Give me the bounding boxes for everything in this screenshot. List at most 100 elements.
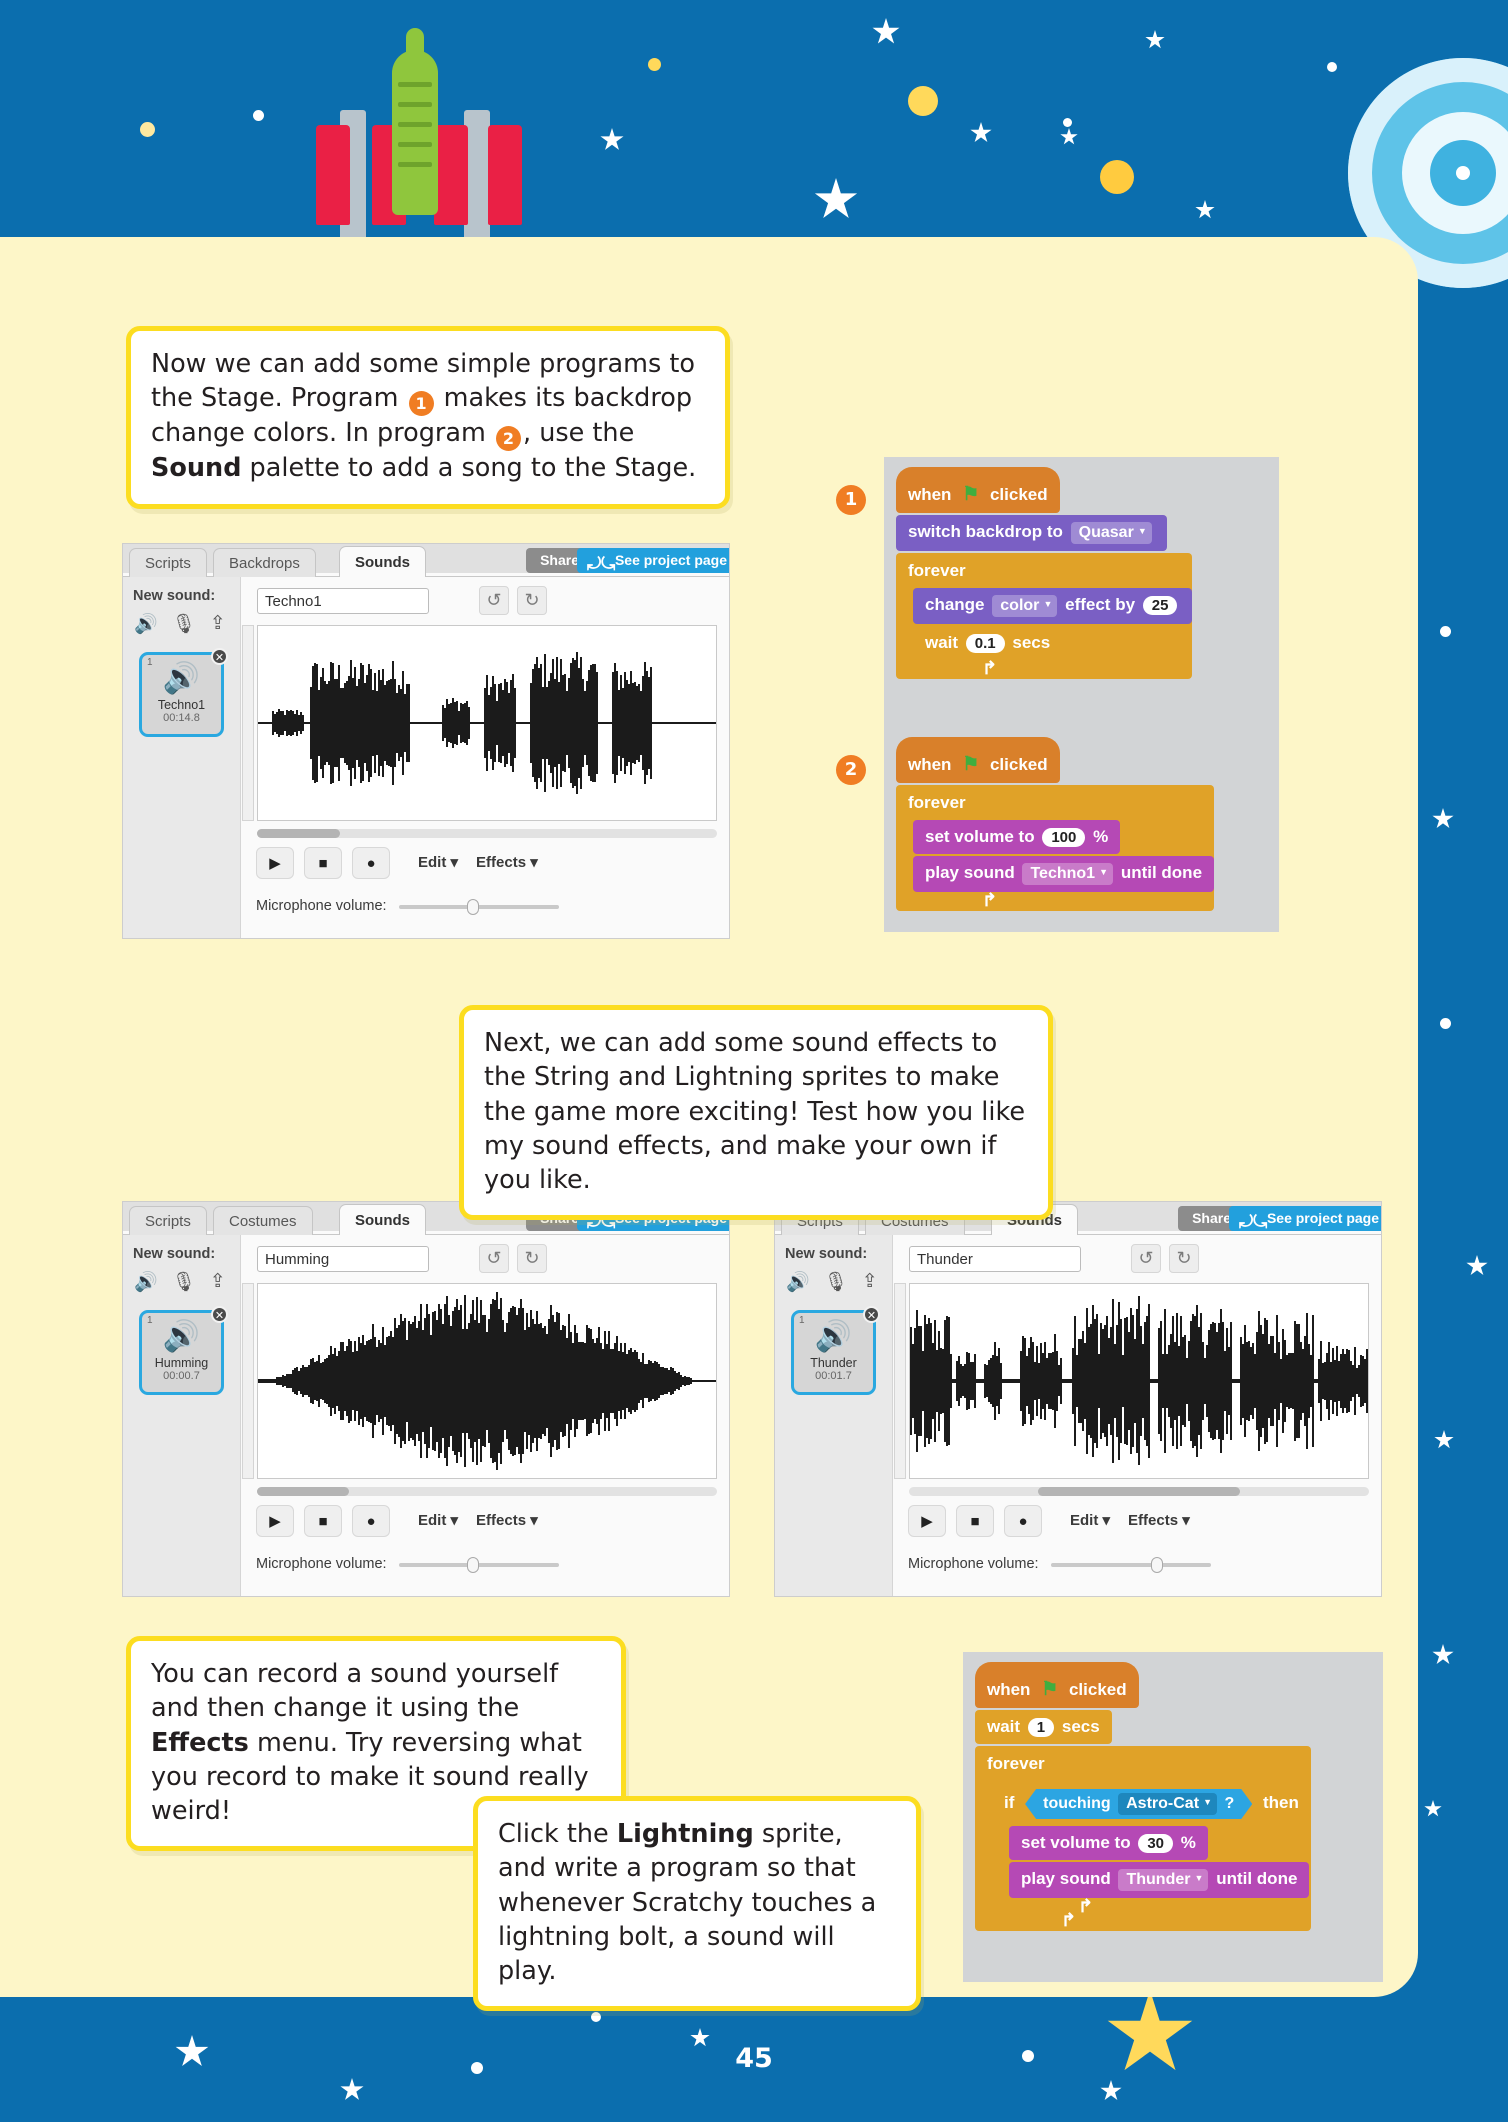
tab-scripts[interactable]: Scripts bbox=[129, 548, 207, 577]
waveform-scrollbar[interactable] bbox=[909, 1487, 1369, 1496]
block-forever[interactable]: forever if touching Astro-Cat ? then set… bbox=[975, 1746, 1311, 1931]
block-touching[interactable]: touching Astro-Cat ? bbox=[1025, 1789, 1252, 1819]
play-icon[interactable]: ▶ bbox=[256, 847, 294, 879]
block-change-effect[interactable]: change color effect by 25 bbox=[913, 588, 1193, 624]
edit-menu[interactable]: Edit ▾ bbox=[418, 847, 458, 879]
sound-thumbnail[interactable]: 1 ✕ 🔊 Humming 00:00.7 bbox=[139, 1306, 228, 1395]
input-effect-amount[interactable]: 25 bbox=[1142, 596, 1178, 615]
close-icon[interactable]: ✕ bbox=[211, 648, 228, 665]
microphone-volume-slider[interactable] bbox=[398, 1557, 559, 1573]
block-when-flag-clicked[interactable]: when ⚑ clicked bbox=[896, 467, 1060, 513]
edit-menu[interactable]: Edit ▾ bbox=[418, 1505, 458, 1537]
scratch-script-lightning[interactable]: when ⚑ clicked wait 1 secs forever if to… bbox=[963, 1652, 1383, 1982]
tab-backdrops[interactable]: Backdrops bbox=[213, 548, 316, 577]
block-play-sound-until-done[interactable]: play sound Thunder until done bbox=[1009, 1862, 1310, 1898]
sound-editor-stage[interactable]: Scripts Backdrops Sounds Share ⤾⤿ See project… bbox=[122, 543, 730, 939]
block-set-volume[interactable]: set volume to 100 % bbox=[913, 820, 1121, 854]
tab-sounds[interactable]: Sounds bbox=[339, 546, 426, 577]
waveform-display[interactable] bbox=[909, 1283, 1369, 1479]
upload-icon[interactable]: ⇪ bbox=[862, 1270, 878, 1294]
scrollbar-thumb[interactable] bbox=[257, 829, 340, 838]
block-wait[interactable]: wait 1 secs bbox=[975, 1710, 1112, 1744]
redo-icon[interactable]: ↻ bbox=[517, 586, 547, 615]
microphone-icon[interactable]: 🎙 bbox=[172, 1270, 196, 1294]
sound-thumbnail[interactable]: 1 ✕ 🔊 Thunder 00:01.7 bbox=[791, 1306, 880, 1395]
sound-editor-lightning[interactable]: Scripts Costumes Sounds Share ⤾⤿ See project … bbox=[774, 1201, 1382, 1597]
sound-editor-string[interactable]: ScriptsCostumesSoundsShare⤾⤿See project … bbox=[122, 1201, 730, 1597]
sound-edit-panel: Techno1 ↺ ↻ ▶ ■ ● Edit ▾ Effects ▾ Microphone vo… bbox=[242, 577, 729, 938]
stop-icon[interactable]: ■ bbox=[304, 1505, 342, 1537]
block-if-then[interactable]: if touching Astro-Cat ? then set volume … bbox=[992, 1781, 1311, 1917]
close-icon[interactable]: ✕ bbox=[211, 1306, 228, 1323]
microphone-volume-slider[interactable] bbox=[398, 899, 559, 915]
sound-name-input[interactable]: Techno1 bbox=[257, 588, 429, 614]
redo-icon[interactable]: ↻ bbox=[1169, 1244, 1199, 1273]
block-play-sound-until-done[interactable]: play sound Techno1 until done bbox=[913, 856, 1215, 892]
undo-icon[interactable]: ↺ bbox=[479, 1244, 509, 1273]
close-icon[interactable]: ✕ bbox=[863, 1306, 880, 1323]
microphone-icon[interactable]: 🎙 bbox=[172, 612, 196, 636]
block-forever[interactable]: forever set volume to 100 % play sound T… bbox=[896, 785, 1215, 911]
upload-icon[interactable]: ⇪ bbox=[210, 612, 226, 636]
see-project-page-button[interactable]: ⤾⤿See project page bbox=[1228, 1206, 1381, 1231]
block-when-flag-clicked[interactable]: when ⚑ clicked bbox=[975, 1662, 1139, 1708]
see-project-page-button[interactable]: ⤾⤿See project page bbox=[576, 548, 729, 573]
block-label-forever: forever bbox=[908, 793, 966, 812]
input-wait-secs[interactable]: 1 bbox=[1027, 1718, 1055, 1737]
dropdown-touching-target[interactable]: Astro-Cat bbox=[1118, 1793, 1217, 1815]
scratch-script-backdrop[interactable]: when ⚑ clicked switch backdrop to Quasar… bbox=[884, 457, 1279, 727]
input-wait-secs[interactable]: 0.1 bbox=[965, 634, 1005, 653]
slider-knob[interactable] bbox=[466, 899, 479, 915]
block-when-flag-clicked[interactable]: when ⚑ clicked bbox=[896, 737, 1060, 783]
record-icon[interactable]: ● bbox=[1004, 1505, 1042, 1537]
record-icon[interactable]: ● bbox=[352, 847, 390, 879]
dropdown-sound[interactable]: Thunder bbox=[1118, 1869, 1209, 1891]
speaker-library-icon[interactable]: 🔊 bbox=[134, 1270, 158, 1294]
block-forever[interactable]: forever change color effect by 25 wait 0… bbox=[896, 553, 1193, 679]
speaker-library-icon[interactable]: 🔊 bbox=[786, 1270, 810, 1294]
input-volume[interactable]: 30 bbox=[1138, 1834, 1174, 1853]
stop-icon[interactable]: ■ bbox=[304, 847, 342, 879]
microphone-icon[interactable]: 🎙 bbox=[824, 1270, 848, 1294]
input-volume[interactable]: 100 bbox=[1042, 828, 1086, 847]
rocket-rung bbox=[398, 122, 432, 127]
upload-icon[interactable]: ⇪ bbox=[210, 1270, 226, 1294]
effects-menu[interactable]: Effects ▾ bbox=[476, 847, 538, 879]
block-switch-backdrop[interactable]: switch backdrop to Quasar bbox=[896, 515, 1167, 551]
waveform-scrollbar[interactable] bbox=[257, 829, 717, 838]
slider-knob[interactable] bbox=[1150, 1557, 1163, 1573]
sound-name-row: Techno1 ↺ ↻ bbox=[242, 577, 729, 623]
play-icon[interactable]: ▶ bbox=[256, 1505, 294, 1537]
sound-edit-panel: Thunder ↺ ↻ ▶ ■ ● Edit ▾ Effects ▾ Microphone vo… bbox=[894, 1235, 1381, 1596]
dropdown-sound[interactable]: Techno1 bbox=[1022, 863, 1114, 885]
edit-menu[interactable]: Edit ▾ bbox=[1070, 1505, 1110, 1537]
microphone-volume-slider[interactable] bbox=[1050, 1557, 1211, 1573]
redo-icon[interactable]: ↻ bbox=[517, 1244, 547, 1273]
effects-menu[interactable]: Effects ▾ bbox=[1128, 1505, 1190, 1537]
block-set-volume[interactable]: set volume to 30 % bbox=[1009, 1826, 1208, 1860]
tab-sounds[interactable]: Sounds bbox=[339, 1204, 426, 1235]
waveform-display[interactable] bbox=[257, 625, 717, 821]
record-icon[interactable]: ● bbox=[352, 1505, 390, 1537]
speaker-library-icon[interactable]: 🔊 bbox=[134, 612, 158, 636]
undo-icon[interactable]: ↺ bbox=[479, 586, 509, 615]
sound-thumbnail[interactable]: 1 ✕ 🔊 Techno1 00:14.8 bbox=[139, 648, 228, 737]
sound-name-input[interactable]: Thunder bbox=[909, 1246, 1081, 1272]
block-wait[interactable]: wait 0.1 secs bbox=[913, 626, 1063, 660]
play-icon[interactable]: ▶ bbox=[908, 1505, 946, 1537]
tab-scripts[interactable]: Scripts bbox=[129, 1206, 207, 1235]
scrollbar-thumb[interactable] bbox=[1037, 1487, 1241, 1496]
dropdown-effect[interactable]: color bbox=[992, 595, 1058, 617]
transport-controls: ▶ ■ ● Edit ▾ Effects ▾ bbox=[256, 847, 538, 887]
scrollbar-thumb[interactable] bbox=[257, 1487, 349, 1496]
tab-costumes[interactable]: Costumes bbox=[213, 1206, 313, 1235]
waveform-display[interactable] bbox=[257, 1283, 717, 1479]
waveform-scrollbar[interactable] bbox=[257, 1487, 717, 1496]
sound-name-input[interactable]: Humming bbox=[257, 1246, 429, 1272]
stop-icon[interactable]: ■ bbox=[956, 1505, 994, 1537]
effects-menu[interactable]: Effects ▾ bbox=[476, 1505, 538, 1537]
dropdown-backdrop[interactable]: Quasar bbox=[1070, 522, 1152, 544]
scratch-script-song[interactable]: when ⚑ clicked forever set volume to 100… bbox=[884, 727, 1279, 932]
slider-knob[interactable] bbox=[466, 1557, 479, 1573]
undo-icon[interactable]: ↺ bbox=[1131, 1244, 1161, 1273]
